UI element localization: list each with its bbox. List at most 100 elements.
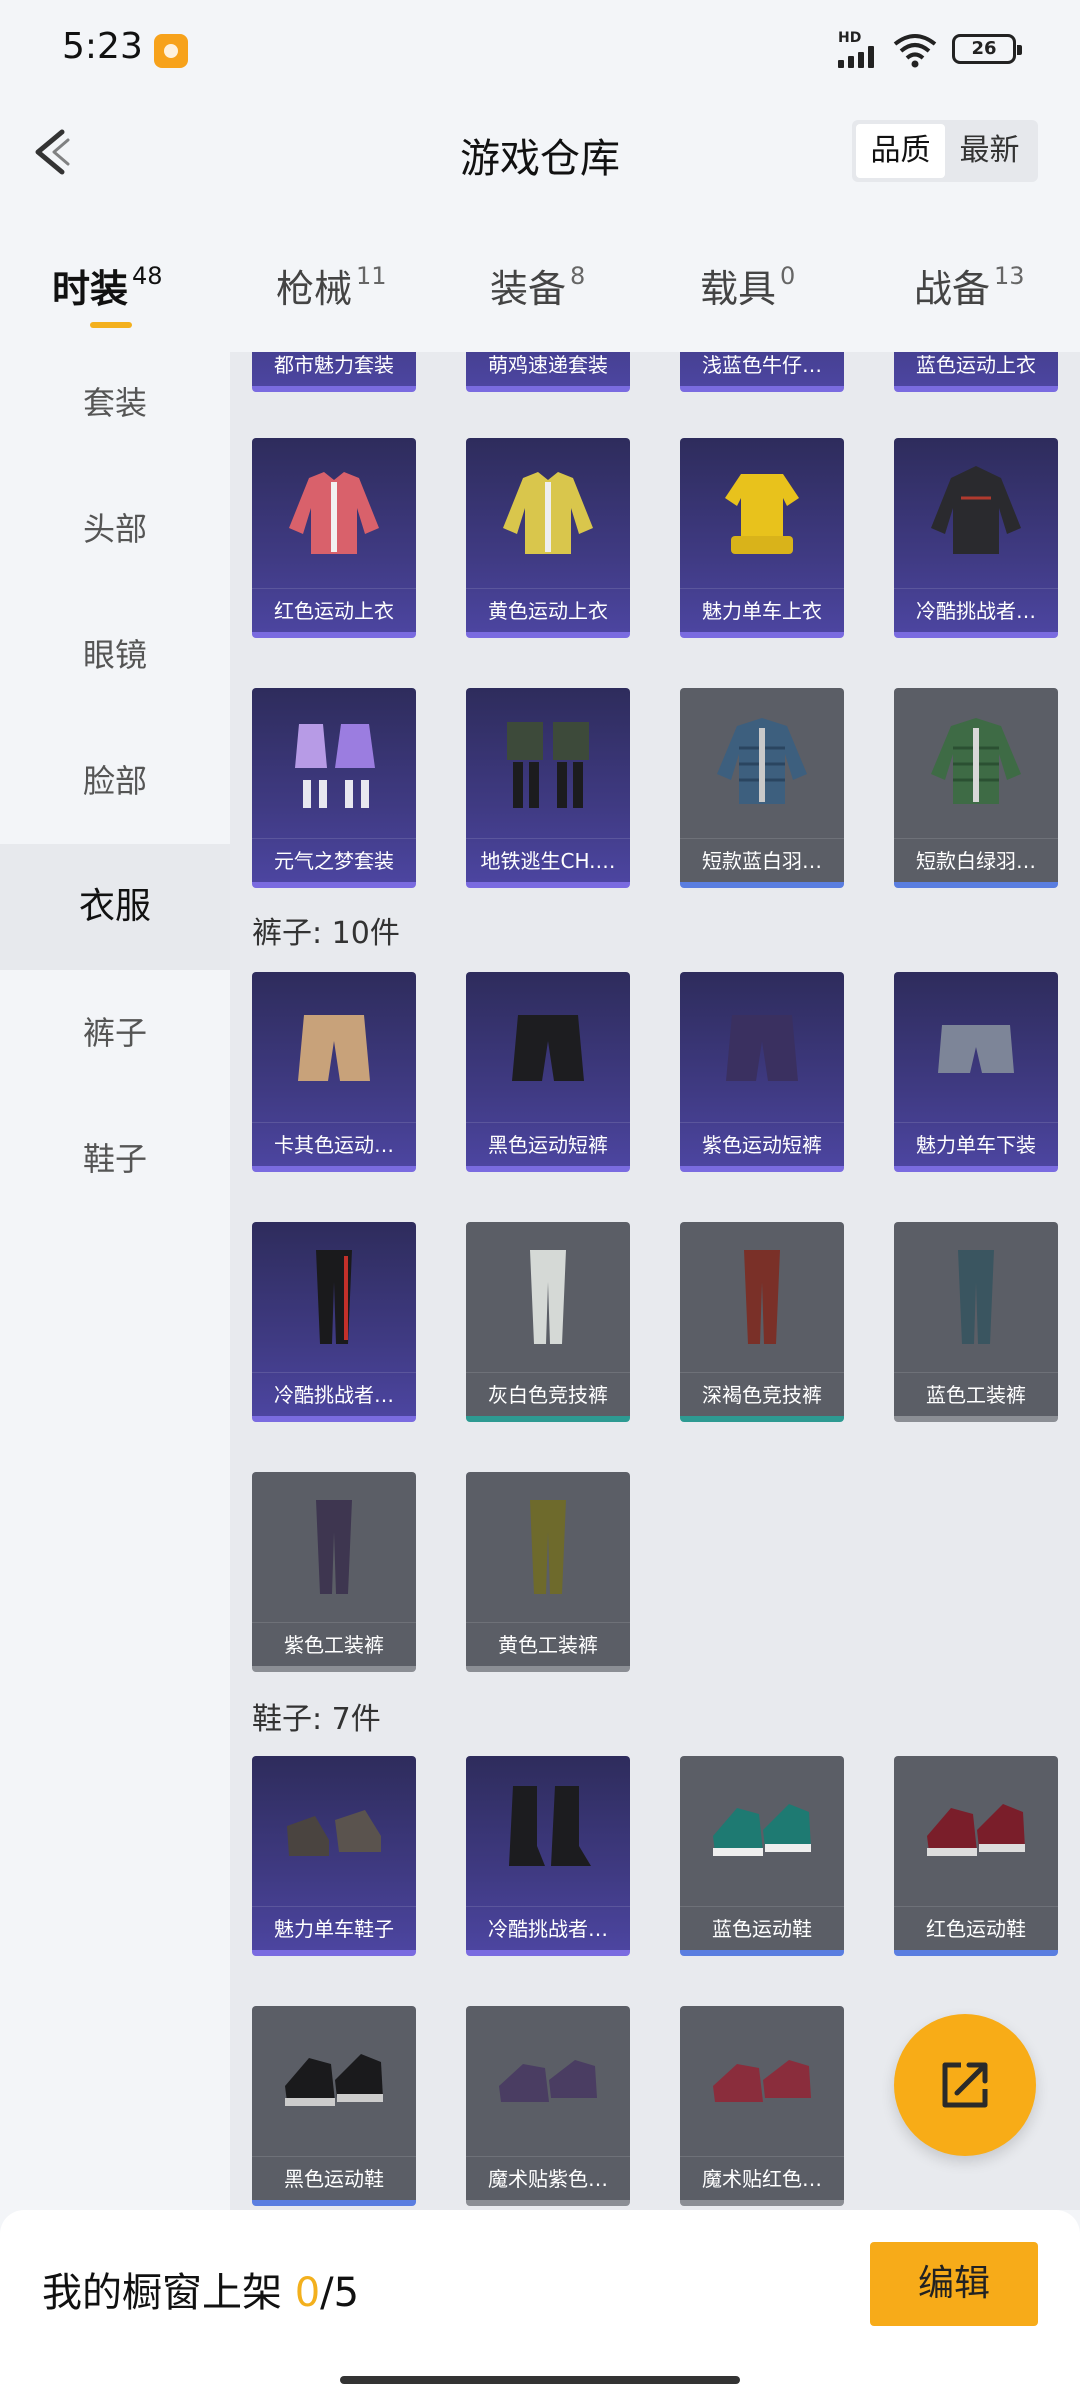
- purple-cargo-pants-icon: [252, 1472, 416, 1622]
- black-hoodie-icon: [894, 438, 1058, 588]
- item-name: 紫色运动短裤: [680, 1122, 844, 1166]
- yellow-cargo-pants-icon: [466, 1472, 630, 1622]
- khaki-shorts-icon: [252, 972, 416, 1122]
- blue-down-jacket-icon: [680, 688, 844, 838]
- header: 游戏仓库 品质 最新: [0, 100, 1080, 210]
- item-name: 魔术贴紫色…: [466, 2156, 630, 2200]
- status-time: 5:23: [62, 26, 143, 67]
- category-tabs: 时装 48 枪械 11 装备 8 载具 0 战备 13: [0, 240, 1080, 340]
- item-name: 紫色工装裤: [252, 1622, 416, 1666]
- item-name: 元气之梦套装: [252, 838, 416, 882]
- sidebar-item-head[interactable]: 头部: [0, 466, 230, 592]
- item-card[interactable]: 萌鸡速递套装: [466, 352, 630, 392]
- item-name: 魅力单车鞋子: [252, 1906, 416, 1950]
- tab-vehicles[interactable]: 载具 0: [700, 258, 795, 313]
- edit-button[interactable]: 编辑: [870, 2242, 1038, 2326]
- item-card[interactable]: 黑色运动短裤: [466, 972, 630, 1172]
- item-name: 都市魅力套装: [252, 352, 416, 386]
- green-down-jacket-icon: [894, 688, 1058, 838]
- item-card[interactable]: 魅力单车上衣: [680, 438, 844, 638]
- white-pants-icon: [466, 1222, 630, 1372]
- external-link-icon: [942, 2062, 988, 2108]
- red-velcro-shoes-icon: [680, 2006, 844, 2156]
- item-name: 红色运动上衣: [252, 588, 416, 632]
- item-name: 蓝色工装裤: [894, 1372, 1058, 1416]
- bottom-bar: 我的橱窗上架 0/5 编辑: [0, 2210, 1080, 2400]
- item-name: 蓝色运动鞋: [680, 1906, 844, 1950]
- item-name: 冷酷挑战者…: [252, 1372, 416, 1416]
- brown-pants-icon: [680, 1222, 844, 1372]
- tab-equipment[interactable]: 装备 8: [490, 258, 585, 313]
- item-name: 短款白绿羽…: [894, 838, 1058, 882]
- item-card[interactable]: 冷酷挑战者…: [252, 1222, 416, 1422]
- item-card[interactable]: 紫色工装裤: [252, 1472, 416, 1672]
- item-card[interactable]: 魅力单车鞋子: [252, 1756, 416, 1956]
- active-tab-indicator: [90, 322, 132, 328]
- metro-outfit-icon: [466, 688, 630, 838]
- item-name: 蓝色运动上衣: [894, 352, 1058, 386]
- item-card[interactable]: 元气之梦套装: [252, 688, 416, 888]
- sidebar-item-face[interactable]: 脸部: [0, 718, 230, 844]
- sidebar-item-suits[interactable]: 套装: [0, 340, 230, 466]
- item-card[interactable]: 地铁逃生CH.…: [466, 688, 630, 888]
- showcase-current-count: 0: [294, 2270, 321, 2316]
- item-name: 萌鸡速递套装: [466, 352, 630, 386]
- item-grid: 都市魅力套装 萌鸡速递套装 浅蓝色牛仔… 蓝色运动上衣 红色运动上衣 黄色运动上…: [230, 352, 1080, 2210]
- sort-latest-option[interactable]: 最新: [945, 124, 1034, 178]
- signal-icon: [838, 46, 882, 68]
- item-card[interactable]: 蓝色工装裤: [894, 1222, 1058, 1422]
- tab-guns[interactable]: 枪械 11: [276, 258, 387, 313]
- item-card[interactable]: 灰白色竞技裤: [466, 1222, 630, 1422]
- showcase-status: 我的橱窗上架 0/5: [42, 2260, 359, 2318]
- item-card[interactable]: 蓝色运动鞋: [680, 1756, 844, 1956]
- item-card[interactable]: 紫色运动短裤: [680, 972, 844, 1172]
- item-card[interactable]: 短款白绿羽…: [894, 688, 1058, 888]
- sidebar: 套装 头部 眼镜 脸部 衣服 裤子 鞋子: [0, 340, 230, 2210]
- brown-shoes-icon: [252, 1756, 416, 1906]
- item-card[interactable]: 都市魅力套装: [252, 352, 416, 392]
- item-name: 黑色运动短裤: [466, 1122, 630, 1166]
- app-notification-icon: [154, 34, 188, 68]
- item-card[interactable]: 魔术贴紫色…: [466, 2006, 630, 2206]
- section-title-shoes: 鞋子: 7件: [252, 1702, 381, 1737]
- item-card[interactable]: 魔术贴红色…: [680, 2006, 844, 2206]
- share-button[interactable]: [894, 2014, 1036, 2156]
- black-sneakers-icon: [252, 2006, 416, 2156]
- item-name: 卡其色运动…: [252, 1122, 416, 1166]
- item-card[interactable]: 冷酷挑战者…: [894, 438, 1058, 638]
- blue-cargo-pants-icon: [894, 1222, 1058, 1372]
- item-card[interactable]: 黑色运动鞋: [252, 2006, 416, 2206]
- yellow-jacket-icon: [466, 438, 630, 588]
- item-name: 魅力单车上衣: [680, 588, 844, 632]
- item-card[interactable]: 深褐色竞技裤: [680, 1222, 844, 1422]
- item-name: 魅力单车下装: [894, 1122, 1058, 1166]
- sort-quality-option[interactable]: 品质: [856, 124, 945, 178]
- item-card[interactable]: 黄色工装裤: [466, 1472, 630, 1672]
- item-name: 魔术贴红色…: [680, 2156, 844, 2200]
- item-card[interactable]: 红色运动上衣: [252, 438, 416, 638]
- sidebar-item-clothes[interactable]: 衣服: [0, 844, 230, 970]
- sidebar-item-shoes[interactable]: 鞋子: [0, 1096, 230, 1222]
- hd-label: HD: [838, 30, 862, 46]
- home-indicator[interactable]: [340, 2376, 740, 2384]
- red-sneakers-icon: [894, 1756, 1058, 1906]
- item-name: 红色运动鞋: [894, 1906, 1058, 1950]
- red-jacket-icon: [252, 438, 416, 588]
- tab-battle-prep[interactable]: 战备 13: [914, 258, 1025, 313]
- item-card[interactable]: 浅蓝色牛仔…: [680, 352, 844, 392]
- item-name: 黑色运动鞋: [252, 2156, 416, 2200]
- purple-shorts-icon: [680, 972, 844, 1122]
- sidebar-item-pants[interactable]: 裤子: [0, 970, 230, 1096]
- item-card[interactable]: 魅力单车下装: [894, 972, 1058, 1172]
- tab-fashion[interactable]: 时装 48: [52, 258, 163, 313]
- item-card[interactable]: 红色运动鞋: [894, 1756, 1058, 1956]
- black-boots-icon: [466, 1756, 630, 1906]
- item-card[interactable]: 卡其色运动…: [252, 972, 416, 1172]
- item-card[interactable]: 短款蓝白羽…: [680, 688, 844, 888]
- item-name: 灰白色竞技裤: [466, 1372, 630, 1416]
- item-card[interactable]: 黄色运动上衣: [466, 438, 630, 638]
- item-card[interactable]: 蓝色运动上衣: [894, 352, 1058, 392]
- sidebar-item-glasses[interactable]: 眼镜: [0, 592, 230, 718]
- item-card[interactable]: 冷酷挑战者…: [466, 1756, 630, 1956]
- sort-toggle: 品质 最新: [852, 120, 1038, 182]
